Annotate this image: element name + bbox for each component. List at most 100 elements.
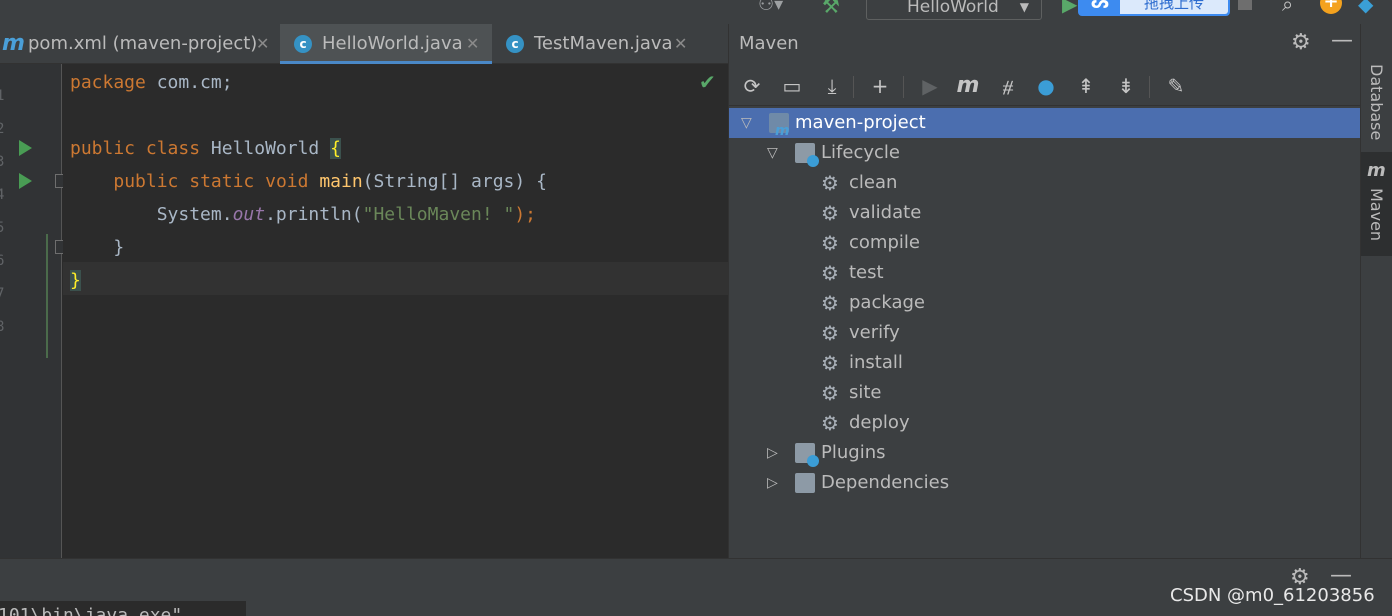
tree-label: verify [849,322,900,343]
line-number: 2 [0,121,5,137]
tree-label: Dependencies [821,472,950,493]
build-hammer-icon[interactable]: ⚒ [822,0,840,18]
console-text: 101\bin\java.exe" [0,605,183,616]
tree-label: package [849,292,925,313]
toolbar-separator [903,76,904,98]
plugins-folder-icon [795,443,819,467]
maven-icon: m [2,31,25,56]
tab-label: HelloWorld.java [322,33,463,54]
collapse-all-icon[interactable]: ⇟ [1113,72,1139,100]
minimize-icon[interactable]: — [1331,28,1353,53]
run-configuration-select[interactable]: HelloWorld ▼ [866,0,1042,20]
line-number: 3 [0,154,5,170]
code-line-1: package com.cm; [70,72,233,93]
stop-icon[interactable] [1238,0,1252,10]
gear-icon: ⚙ [821,231,839,255]
maven-goal-icon[interactable]: m [955,72,981,100]
code-line-3: public class HelloWorld { [70,138,341,159]
tree-item-phase[interactable]: ⚙ verify [729,318,1361,348]
gear-icon: ⚙ [821,171,839,195]
tree-label: validate [849,202,922,223]
tree-label: clean [849,172,898,193]
tab-label: TestMaven.java [534,33,673,54]
run-main-icon[interactable] [19,173,32,189]
user-icon[interactable]: ⚇▾ [758,0,783,15]
maven-title: Maven [739,33,799,54]
tree-label: compile [849,232,920,253]
lifecycle-folder-icon [795,143,819,167]
tree-item-plugins[interactable]: ▷ Plugins [729,438,1361,468]
chevron-right-icon[interactable]: ▷ [767,468,778,498]
chevron-down-icon[interactable]: ▽ [741,108,752,138]
gear-icon: ⚙ [821,411,839,435]
upload-button[interactable]: ᔕ 拖拽上传 [1078,0,1230,16]
editor-tabs: m pom.xml (maven-project) ✕ c HelloWorld… [0,24,728,64]
tree-item-phase[interactable]: ⚙ clean [729,168,1361,198]
gear-icon: ⚙ [821,291,839,315]
run-class-icon[interactable] [19,140,32,156]
code-editor[interactable]: ✔ package com.cm; public class HelloWorl… [63,64,728,558]
chevron-down-icon: ▼ [1019,0,1029,14]
tree-label: install [849,352,903,373]
no-problems-check-icon[interactable]: ✔ [699,70,716,94]
console-output[interactable]: 101\bin\java.exe" [0,601,246,616]
tree-item-phase[interactable]: ⚙ package [729,288,1361,318]
tree-item-phase[interactable]: ⚙ deploy [729,408,1361,438]
gear-icon: ⚙ [821,261,839,285]
gear-icon: ⚙ [821,321,839,345]
plugin-icon[interactable]: ◆ [1358,0,1373,16]
chevron-down-icon[interactable]: ▽ [767,138,778,168]
close-icon[interactable]: ✕ [674,24,687,64]
database-label: Database [1367,64,1386,141]
tree-item-phase[interactable]: ⚙ validate [729,198,1361,228]
run-tool-window: ⚙ — 101\bin\java.exe" CSDN @m0_61203856 [0,558,1392,616]
run-icon[interactable]: ▶ [917,72,943,100]
wrench-icon[interactable]: ✎ [1163,72,1189,100]
database-tool-button[interactable]: Database [1361,34,1392,146]
add-folder-icon[interactable]: ▭ [779,72,805,100]
tree-label: test [849,262,884,283]
tree-item-maven-project[interactable]: ▽ m maven-project [729,108,1361,139]
maven-icon: m [1367,160,1386,181]
close-icon[interactable]: ✕ [466,24,479,64]
run-icon[interactable]: ▶ [1062,0,1077,16]
maven-tool-button[interactable]: m Maven [1361,152,1392,256]
expand-all-icon[interactable]: ⇞ [1073,72,1099,100]
main-toolbar: ⚇▾ ⚒ HelloWorld ▼ ▶ ᔕ 拖拽上传 ⌕ + ◆ [0,0,1392,24]
tree-item-phase[interactable]: ⚙ site [729,378,1361,408]
tab-pom-xml[interactable]: m pom.xml (maven-project) ✕ [0,24,278,64]
toggle-offline-icon[interactable]: ⧣ [995,72,1021,100]
skip-tests-icon[interactable]: ● [1033,72,1059,100]
code-line-5: System.out.println("HelloMaven! "); [156,204,537,225]
line-number: 8 [0,319,5,335]
tree-label: Plugins [821,442,886,463]
gear-icon: ⚙ [821,381,839,405]
upload-logo-icon: ᔕ [1090,0,1110,12]
tree-label: maven-project [795,112,926,133]
java-class-icon: c [294,35,312,53]
tree-item-phase[interactable]: ⚙ test [729,258,1361,288]
tree-label: site [849,382,882,403]
search-icon[interactable]: ⌕ [1282,0,1293,16]
watermark: CSDN @m0_61203856 [1170,585,1375,606]
maven-label: Maven [1367,188,1386,242]
close-icon[interactable]: ✕ [256,24,269,64]
chevron-right-icon[interactable]: ▷ [767,438,778,468]
java-class-icon: c [506,35,524,53]
reload-icon[interactable]: ⟳ [739,72,765,100]
tree-item-lifecycle[interactable]: ▽ Lifecycle [729,138,1361,168]
tree-item-phase[interactable]: ⚙ compile [729,228,1361,258]
tab-testmaven-java[interactable]: c TestMaven.java ✕ [494,24,706,64]
update-icon[interactable]: + [1320,0,1342,14]
code-line-7: } [70,270,81,291]
line-number: 4 [0,187,5,203]
tree-label: Lifecycle [821,142,900,163]
plus-icon[interactable]: + [867,72,893,100]
right-tool-stripe: Database m Maven [1360,24,1392,558]
tree-item-dependencies[interactable]: ▷ Dependencies [729,468,1361,498]
download-icon[interactable]: ⤓ [819,72,845,100]
gear-icon: ⚙ [821,351,839,375]
tree-item-phase[interactable]: ⚙ install [729,348,1361,378]
tab-helloworld-java[interactable]: c HelloWorld.java ✕ [280,24,492,64]
gear-icon[interactable]: ⚙ [1291,30,1311,55]
